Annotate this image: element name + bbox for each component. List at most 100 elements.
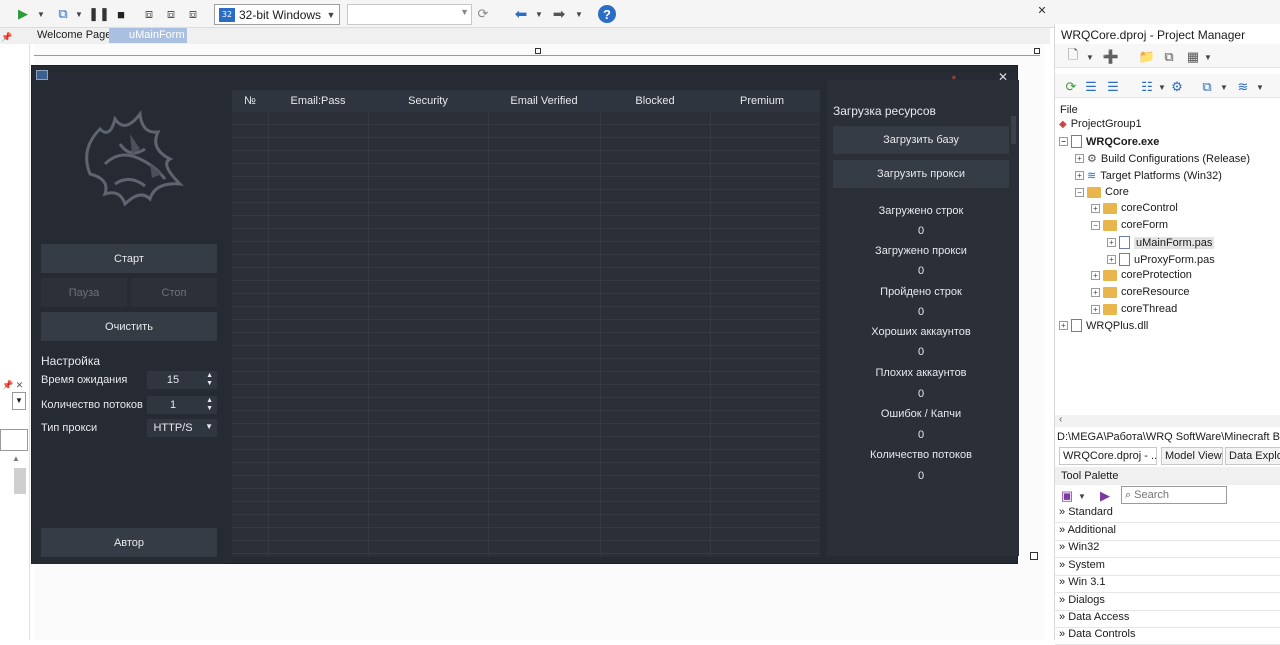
stop-button[interactable]: Стоп (131, 278, 217, 307)
debug-dropdown-icon[interactable]: ▼ (74, 5, 84, 23)
pause-icon[interactable]: ❚❚ (88, 5, 110, 23)
palette-category-win32[interactable]: » Win32 (1055, 541, 1280, 558)
expand-icon[interactable]: + (1107, 238, 1116, 247)
tab-project-manager[interactable]: WRQCore.dproj - ... (1059, 447, 1157, 465)
pointer-icon[interactable]: ▶ (1097, 487, 1113, 505)
timeout-spinner[interactable]: 15 ▲ ▼ (147, 371, 217, 389)
close-icon[interactable]: ✕ (1036, 1, 1048, 19)
tree-item-wrqplus-dll[interactable]: + WRQPlus.dll (1059, 319, 1148, 332)
column-header-blocked[interactable]: Blocked (600, 90, 710, 112)
palette-category-dialogs[interactable]: » Dialogs (1055, 594, 1280, 611)
palette-category-data-access[interactable]: » Data Access (1055, 611, 1280, 628)
chevron-down-icon[interactable]: ▼ (1255, 78, 1265, 96)
compile-icon[interactable]: ⧉ (1199, 78, 1215, 96)
run-icon[interactable]: ▶ (14, 5, 32, 23)
object-inspector-field[interactable] (0, 429, 28, 451)
scrollbar-thumb[interactable] (14, 468, 26, 494)
list-icon[interactable]: ☷ (1139, 78, 1155, 96)
tab-data-explorer[interactable]: Data Explore (1225, 447, 1280, 465)
resize-handle[interactable] (1030, 552, 1038, 560)
chevron-left-icon[interactable]: ‹ (1059, 414, 1062, 425)
run-to-cursor-icon[interactable]: ⧈ (184, 5, 202, 23)
tree-item-build-configurations[interactable]: + ⚙ Build Configurations (Release) (1075, 152, 1250, 165)
palette-category-additional[interactable]: » Additional (1055, 524, 1280, 541)
trace-into-icon[interactable]: ⧈ (162, 5, 180, 23)
scrollbar-thumb[interactable] (1011, 116, 1016, 144)
build-config-select[interactable]: ▼ (347, 4, 472, 25)
spin-arrows-icon[interactable]: ▲ ▼ (206, 397, 213, 413)
threads-spinner[interactable]: 1 ▲ ▼ (147, 396, 217, 414)
tree-item-corecontrol[interactable]: + coreControl (1091, 202, 1178, 214)
tab-welcome-page[interactable]: Welcome Page (33, 28, 115, 43)
resize-handle[interactable] (1034, 48, 1040, 54)
expand-icon[interactable]: + (1091, 203, 1100, 213)
palette-search-input[interactable] (1134, 489, 1215, 501)
step-over-icon[interactable]: ⧈ (140, 5, 158, 23)
tree-item-uproxyform[interactable]: + uProxyForm.pas (1107, 253, 1215, 266)
forward-dropdown-icon[interactable]: ▼ (574, 5, 584, 23)
tree-item-coreform[interactable]: − coreForm (1091, 219, 1168, 231)
stop-icon[interactable]: ■ (113, 5, 129, 23)
chevron-down-icon[interactable]: ▼ (12, 392, 26, 410)
sync-icon[interactable]: ⟳ (1063, 78, 1079, 96)
layers-icon[interactable]: ≋ (1235, 78, 1251, 96)
refresh-icon[interactable]: ⟳ (476, 5, 490, 23)
back-dropdown-icon[interactable]: ▼ (534, 5, 544, 23)
chevron-down-icon[interactable]: ▼ (1219, 78, 1229, 96)
palette-category-system[interactable]: » System (1055, 559, 1280, 576)
palette-category-win31[interactable]: » Win 3.1 (1055, 576, 1280, 593)
collapse-icon[interactable]: − (1091, 220, 1100, 230)
expand-icon[interactable]: ☰ (1083, 78, 1099, 96)
view-icon[interactable]: ▦ (1185, 48, 1201, 66)
tab-umainform[interactable]: uMainForm (109, 28, 187, 43)
load-base-button[interactable]: Загрузить базу (833, 126, 1009, 154)
open-folder-icon[interactable]: 📁 (1139, 48, 1155, 66)
run-dropdown-icon[interactable]: ▼ (36, 5, 46, 23)
help-icon[interactable]: ? (598, 5, 616, 23)
remove-icon[interactable]: ⧉ (1161, 48, 1177, 66)
chevron-down-icon[interactable]: ▼ (1203, 48, 1213, 66)
chevron-up-icon[interactable]: ▲ (12, 454, 26, 466)
palette-category-standard[interactable]: » Standard (1055, 506, 1280, 523)
proxy-type-select[interactable]: HTTP/S ▼ (147, 419, 217, 437)
categories-icon[interactable]: ▣ (1059, 487, 1075, 505)
expand-icon[interactable]: + (1091, 270, 1100, 280)
expand-icon[interactable]: + (1075, 154, 1084, 163)
tree-item-umainform[interactable]: + uMainForm.pas (1107, 236, 1215, 249)
new-file-icon[interactable]: 🗋 (1065, 47, 1081, 66)
tree-item-corethread[interactable]: + coreThread (1091, 303, 1177, 315)
column-header-premium[interactable]: Premium (710, 90, 814, 112)
column-header-number[interactable]: № (232, 90, 268, 112)
platform-select[interactable]: 32 32-bit Windows ▼ (214, 4, 340, 25)
tree-item-wrqcore-exe[interactable]: − WRQCore.exe (1059, 135, 1159, 148)
collapse-icon[interactable]: ☰ (1105, 78, 1121, 96)
collapse-icon[interactable]: − (1075, 187, 1084, 197)
load-proxy-button[interactable]: Загрузить прокси (833, 160, 1009, 188)
expand-icon[interactable]: + (1075, 171, 1084, 180)
add-icon[interactable]: ➕ (1103, 48, 1119, 66)
tree-item-core[interactable]: − Core (1075, 186, 1129, 198)
chevron-down-icon[interactable]: ▼ (1157, 78, 1167, 96)
pin-icon[interactable]: 📌 ✕ (2, 380, 24, 392)
spin-arrows-icon[interactable]: ▲ ▼ (206, 372, 213, 388)
column-header-email-verified[interactable]: Email Verified (488, 90, 600, 112)
run-without-debug-icon[interactable]: ⧉ (54, 5, 72, 23)
results-grid[interactable]: № Email:Pass Security Email Verified Blo… (232, 90, 820, 557)
chevron-down-icon[interactable]: ▼ (1077, 487, 1087, 505)
tree-item-coreprotection[interactable]: + coreProtection (1091, 269, 1192, 281)
column-header-security[interactable]: Security (368, 90, 488, 112)
expand-icon[interactable]: + (1059, 321, 1068, 330)
forward-icon[interactable]: ➡ (550, 5, 568, 23)
tree-item-projectgroup[interactable]: ◆ ProjectGroup1 (1059, 118, 1142, 130)
clear-button[interactable]: Очистить (41, 312, 217, 341)
expand-icon[interactable]: + (1091, 304, 1100, 314)
resize-handle[interactable] (535, 48, 541, 54)
tree-item-coreresource[interactable]: + coreResource (1091, 286, 1189, 298)
collapse-icon[interactable]: − (1059, 137, 1068, 146)
expand-icon[interactable]: + (1091, 287, 1100, 297)
palette-category-data-controls[interactable]: » Data Controls (1055, 628, 1280, 645)
tree-item-target-platforms[interactable]: + ≋ Target Platforms (Win32) (1075, 169, 1222, 182)
pause-button[interactable]: Пауза (41, 278, 127, 307)
build-icon[interactable]: ⚙ (1169, 78, 1185, 96)
tab-model-view[interactable]: Model View (1161, 447, 1223, 465)
